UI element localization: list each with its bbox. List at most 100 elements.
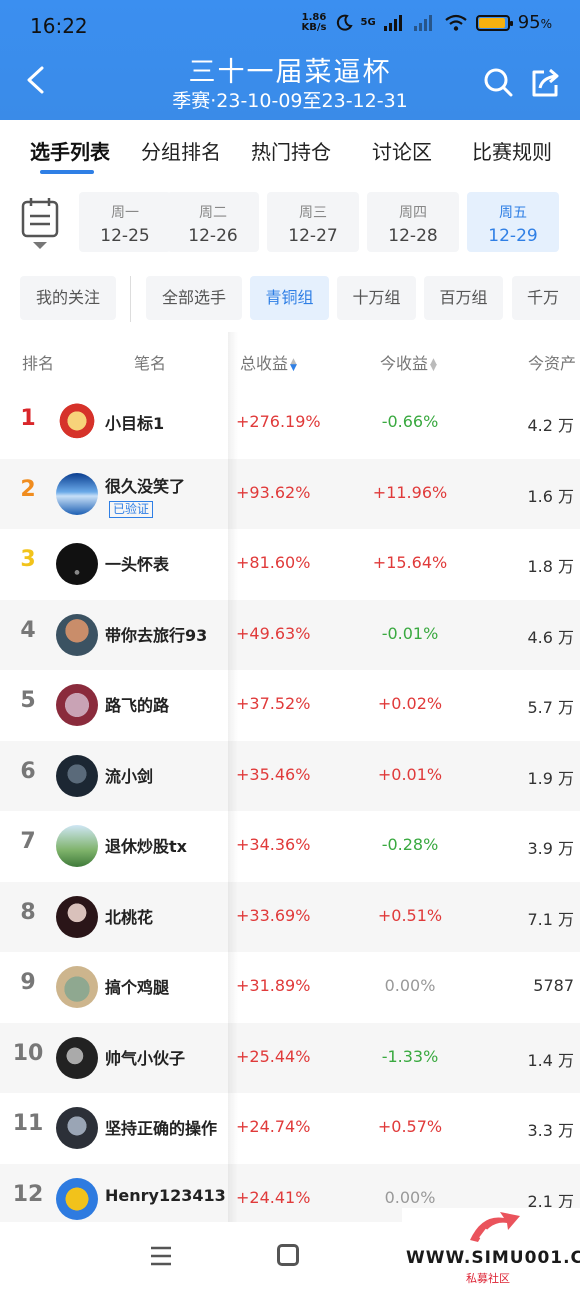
- player-name[interactable]: Henry123413: [105, 1186, 226, 1205]
- today-assets: 1.9 万: [527, 768, 574, 788]
- table-row[interactable]: 1 小目标1 +276.19% -0.66% 4.2 万: [0, 388, 580, 458]
- col-total-return[interactable]: 总收益 ▲ ▼: [240, 350, 297, 374]
- player-name[interactable]: 很久没笑了: [105, 473, 185, 497]
- today-assets: 1.4 万: [527, 1050, 574, 1070]
- table-row[interactable]: 6 流小剑 +35.46% +0.01% 1.9 万: [0, 740, 580, 811]
- today-assets: 3.3 万: [527, 1121, 574, 1140]
- battery-icon: [475, 14, 513, 31]
- today-return: +15.64%: [372, 553, 448, 572]
- avatar[interactable]: [56, 754, 98, 797]
- status-icons: 1.86 KB/s 5G 95%: [302, 12, 552, 33]
- column-shadow: [228, 332, 238, 1222]
- today-return: -0.28%: [381, 835, 439, 854]
- rank-number: 10: [12, 1040, 44, 1066]
- table-row[interactable]: 8 北桃花 +33.69% +0.51% 7.1 万: [0, 881, 580, 952]
- filter-my-follows[interactable]: 我的关注: [20, 276, 116, 320]
- player-name[interactable]: 搞个鸡腿: [105, 974, 169, 998]
- player-name[interactable]: 北桃花: [105, 904, 153, 928]
- day-fri[interactable]: 周五 12-29: [467, 192, 559, 252]
- wifi-icon: [445, 14, 467, 31]
- table-row[interactable]: 9 搞个鸡腿 +31.89% 0.00% 5787: [0, 952, 580, 1022]
- tab-player-list[interactable]: 选手列表: [30, 136, 110, 165]
- table-row[interactable]: 10 帅气小伙子 +25.44% -1.33% 1.4 万: [0, 1022, 580, 1093]
- avatar[interactable]: [56, 1036, 98, 1079]
- today-return: +0.51%: [377, 905, 443, 925]
- today-return: 0.00%: [384, 976, 436, 995]
- col-today-return[interactable]: 今收益 ▲ ▼: [380, 350, 437, 374]
- rank-number: 7: [20, 829, 36, 854]
- moon-icon: [336, 14, 353, 31]
- sort-desc-icon: ▲ ▼: [290, 356, 297, 373]
- table-row[interactable]: 4 带你去旅行93 +49.63% -0.01% 4.6 万: [0, 599, 580, 670]
- tab-group-ranking[interactable]: 分组排名: [141, 136, 221, 165]
- status-time: 16:22: [30, 14, 88, 38]
- total-return: +93.62%: [236, 482, 311, 502]
- filter-10m-group[interactable]: 千万: [512, 276, 580, 320]
- avatar[interactable]: [56, 895, 98, 938]
- total-return: +24.74%: [236, 1117, 311, 1136]
- filter-1m-group[interactable]: 百万组: [424, 276, 503, 320]
- day-wed[interactable]: 周三 12-27: [267, 192, 359, 252]
- player-name[interactable]: 坚持正确的操作: [105, 1115, 217, 1139]
- avatar[interactable]: [56, 613, 98, 656]
- tab-rules[interactable]: 比赛规则: [472, 136, 552, 165]
- avatar[interactable]: [56, 1107, 98, 1149]
- table-row[interactable]: 3 一头怀表 +81.60% +15.64% 1.8 万: [0, 529, 580, 599]
- day-tue[interactable]: 周二 12-26: [167, 192, 259, 252]
- total-return: +31.89%: [236, 976, 311, 995]
- rank-number: 4: [20, 617, 36, 643]
- rank-number: 2: [20, 476, 36, 502]
- col-name: 笔名: [134, 354, 167, 373]
- tab-discussion[interactable]: 讨论区: [372, 136, 432, 165]
- home-icon[interactable]: [277, 1244, 299, 1266]
- tab-hot-holdings[interactable]: 热门持仓: [251, 136, 331, 165]
- rank-number: 5: [20, 688, 36, 713]
- today-return: 0.00%: [384, 1187, 436, 1207]
- today-return: -0.66%: [381, 412, 439, 431]
- menu-icon[interactable]: [150, 1246, 172, 1266]
- player-name[interactable]: 退休炒股tx: [105, 833, 187, 857]
- table-row[interactable]: 5 路飞的路 +37.52% +0.02% 5.7 万: [0, 670, 580, 740]
- today-assets: 4.2 万: [527, 416, 574, 435]
- player-name[interactable]: 流小剑: [105, 763, 153, 787]
- avatar[interactable]: [56, 472, 98, 515]
- total-return: +35.46%: [236, 764, 311, 784]
- player-name[interactable]: 一头怀表: [105, 551, 169, 575]
- search-icon[interactable]: [482, 66, 514, 98]
- today-assets: 5787: [533, 976, 574, 995]
- player-name[interactable]: 帅气小伙子: [105, 1045, 185, 1069]
- filter-all-players[interactable]: 全部选手: [146, 276, 242, 320]
- table-header: 排名 笔名 总收益 ▲ ▼ 今收益 ▲ ▼ 今资产: [0, 338, 580, 388]
- day-thu[interactable]: 周四 12-28: [367, 192, 459, 252]
- status-bar: 16:22 1.86 KB/s 5G 95%: [0, 0, 580, 52]
- total-return: +33.69%: [236, 905, 311, 925]
- avatar[interactable]: [56, 1177, 98, 1220]
- total-return: +25.44%: [236, 1046, 311, 1066]
- total-return: +276.19%: [236, 412, 321, 431]
- avatar[interactable]: [56, 402, 98, 444]
- filter-divider: [130, 276, 131, 322]
- table-row[interactable]: 7 退休炒股tx +34.36% -0.28% 3.9 万: [0, 811, 580, 881]
- share-icon[interactable]: [528, 66, 562, 100]
- table-row[interactable]: 11 坚持正确的操作 +24.74% +0.57% 3.3 万: [0, 1093, 580, 1163]
- avatar[interactable]: [56, 543, 98, 585]
- total-return: +34.36%: [236, 835, 311, 854]
- today-return: +0.57%: [377, 1117, 443, 1136]
- avatar[interactable]: [56, 684, 98, 726]
- avatar[interactable]: [56, 825, 98, 867]
- player-name[interactable]: 路飞的路: [105, 692, 169, 716]
- player-name[interactable]: 小目标1: [105, 410, 164, 434]
- player-name[interactable]: 带你去旅行93: [105, 622, 207, 646]
- filter-bronze-group[interactable]: 青铜组: [250, 276, 329, 320]
- avatar[interactable]: [56, 966, 98, 1008]
- table-row[interactable]: 2 很久没笑了 已验证 +93.62% +11.96% 1.6 万: [0, 458, 580, 529]
- calendar-icon[interactable]: [20, 196, 60, 252]
- today-assets: 3.9 万: [527, 839, 574, 858]
- today-assets: 7.1 万: [527, 909, 574, 929]
- day-mon[interactable]: 周一 12-25: [79, 192, 171, 252]
- network-speed: 1.86 KB/s: [301, 11, 327, 33]
- rank-number: 6: [20, 758, 36, 784]
- watermark-text: WWW.SIMU001.CN: [406, 1248, 580, 1268]
- filter-100k-group[interactable]: 十万组: [337, 276, 416, 320]
- rank-number: 11: [12, 1111, 44, 1136]
